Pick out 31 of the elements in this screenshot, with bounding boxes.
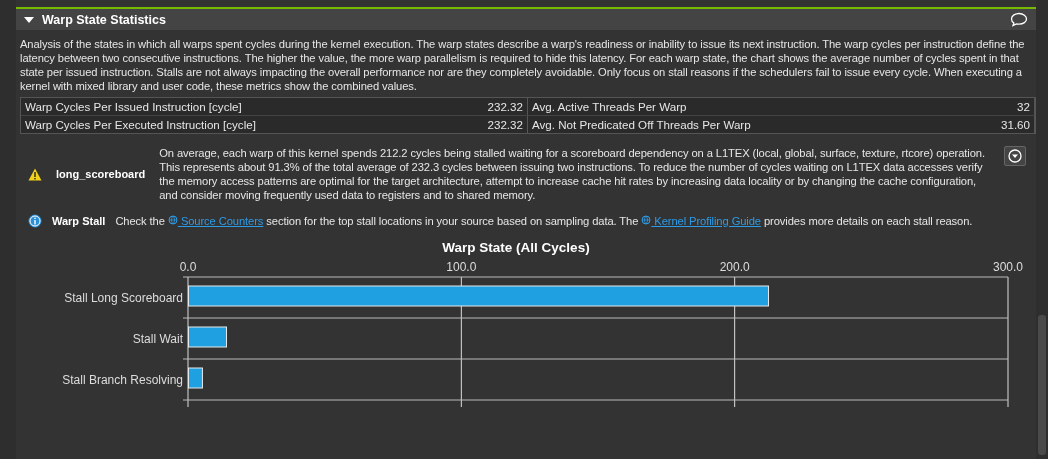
axis-tick-label: 300.0 bbox=[993, 260, 1023, 274]
axis-tick-label: 200.0 bbox=[719, 260, 750, 274]
section-title: Warp State Statistics bbox=[42, 12, 167, 27]
metric-label: Avg. Not Predicated Off Threads Per Warp bbox=[531, 117, 752, 133]
warning-icon bbox=[28, 167, 42, 181]
scrollbar-thumb[interactable] bbox=[1038, 315, 1046, 455]
rule-name: long_scoreboard bbox=[56, 167, 146, 181]
section-description: Analysis of the states in which all warps spent cycles during the kernel execution. The warp states describe a warp's readiness or inability to issue its next instruction. The warp cycles per instruction define the latency between two consecutive instructions. The higher the value, the more warp parallelism is required to hide this latency. For each warp state, the chart shows the average number of cycles spent in that state per issued instruction. Stalls are not always impacting the overall performance nor are they completely avoidable. Only focus on stall reasons if the schedulers fail to issue every cycle. When executing a kernel with mixed library and user code, these metrics show the combined values. bbox=[20, 37, 1026, 93]
axis-tick-label: 100.0 bbox=[446, 260, 477, 274]
expand-button[interactable] bbox=[1004, 146, 1026, 166]
metric-value: 31.60 bbox=[945, 116, 1035, 133]
metric-value: 232.32 bbox=[438, 116, 528, 133]
category-label: Stall Branch Resolving bbox=[62, 373, 183, 387]
link[interactable]: Source Counters bbox=[167, 215, 264, 227]
collapse-toggle[interactable] bbox=[22, 15, 36, 24]
globe-icon bbox=[167, 215, 178, 225]
info-icon bbox=[28, 214, 42, 228]
chart-title: Warp State (All Cycles) bbox=[441, 240, 591, 255]
axis-tick-label: 0.0 bbox=[179, 260, 197, 274]
comment-icon[interactable] bbox=[1010, 12, 1028, 27]
rule-name: Warp Stall bbox=[52, 214, 106, 228]
globe-icon bbox=[641, 215, 652, 225]
category-label: Stall Wait bbox=[132, 332, 183, 346]
link[interactable]: Kernel Profiling Guide bbox=[641, 215, 761, 227]
metric-label: Avg. Active Threads Per Warp bbox=[531, 99, 688, 115]
rule-message: Check the Source Counters section for the top stall locations in your source based on sampling data. The Kernel Profiling Guide provides more details on each stall reason. bbox=[115, 214, 974, 228]
category-label: Stall Long Scoreboard bbox=[64, 291, 183, 305]
rule-message: On average, each warp of this kernel spends 212.2 cycles being stalled waiting for a scoreboard dependency on a L1TEX (local, global, surface, texture, rtcore) operation. This represents about 91.3% of the total average of 232.3 cycles between issuing two instructions. To reduce the number of cycles waiting on L1TEX data accesses verify the memory access patterns are optimal for the target architecture, attempt to increase cache hit rates by increasing data locality or by changing the cache configuration, and consider moving frequently used data to registers and to shared memory. bbox=[159, 146, 986, 202]
metric-label: Warp Cycles Per Executed Instruction [cycle] bbox=[24, 117, 257, 133]
metric-label: Warp Cycles Per Issued Instruction [cycle] bbox=[24, 99, 243, 115]
caret-icon bbox=[24, 15, 34, 24]
